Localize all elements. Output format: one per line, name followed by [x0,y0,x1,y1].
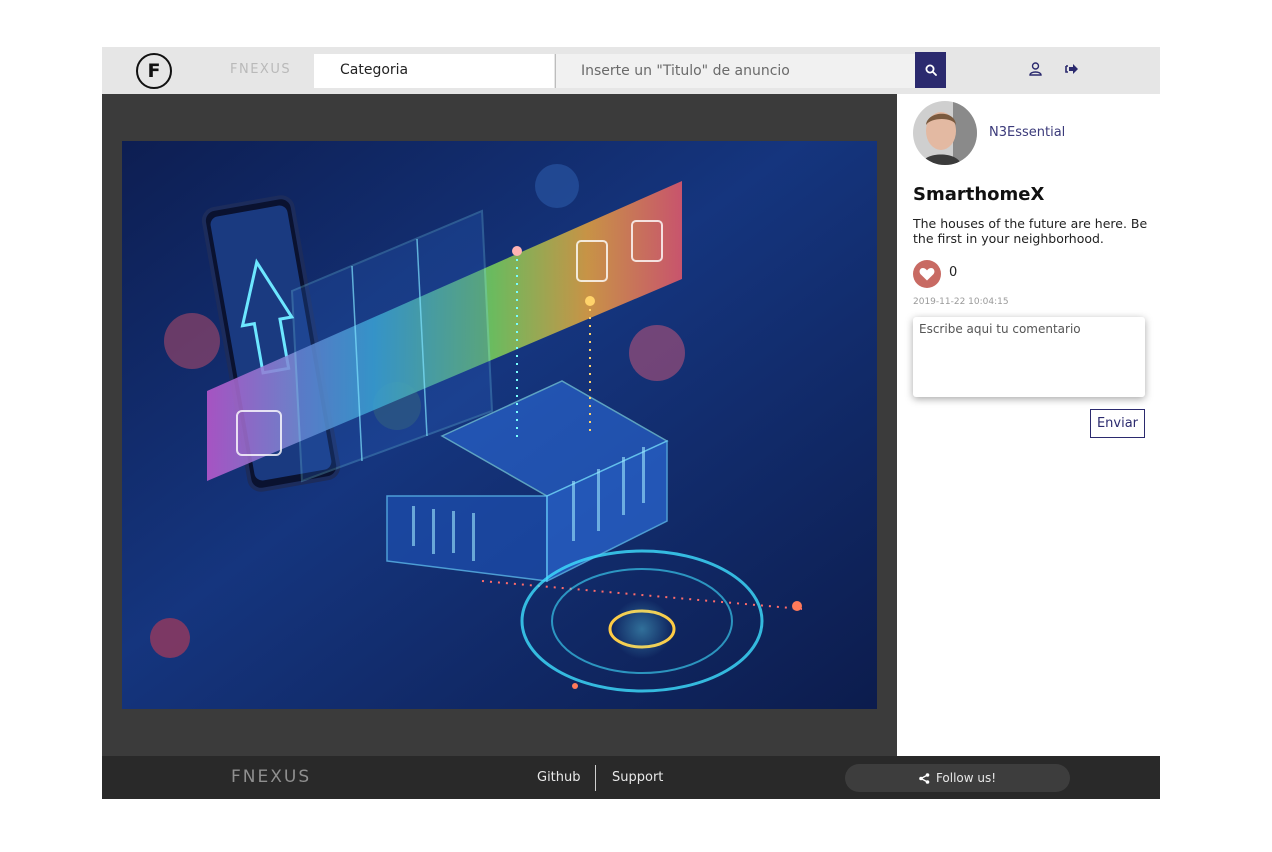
like-button[interactable] [913,260,941,288]
avatar[interactable] [913,101,977,165]
heart-icon [919,268,935,281]
follow-us-label: Follow us! [935,771,997,785]
share-icon [919,772,930,784]
author-name[interactable]: N3Essential [989,125,1065,140]
app: F FNEXUS Categoria Inserte un "Titulo" d… [102,47,1160,799]
logout-icon [1065,64,1078,74]
footer: FNEXUS Github Support Follow us! [102,756,1160,799]
github-link[interactable]: Github [537,770,581,785]
footer-divider [595,765,596,791]
post-image [122,141,877,709]
image-viewer [102,94,897,756]
logo-letter: F [147,60,161,82]
search-icon [925,64,937,76]
category-dropdown[interactable]: Categoria [314,54,554,88]
post-description: The houses of the future are here. Be th… [913,216,1148,246]
comment-input[interactable] [913,317,1145,397]
support-link[interactable]: Support [612,770,663,785]
top-navbar: F FNEXUS Categoria [102,47,1160,94]
user-icon [1028,62,1042,76]
like-count: 0 [949,265,958,280]
post-details-panel: N3Essential SmarthomeX The houses of the… [897,94,1160,756]
post-date: 2019-11-22 10:04:15 [913,297,1009,307]
search-input[interactable] [556,54,911,88]
post-title: SmarthomeX [913,184,1045,205]
send-comment-button[interactable]: Enviar [1090,409,1145,438]
author-photo [913,101,977,165]
logo[interactable]: F [136,53,172,89]
footer-brand: FNEXUS [231,767,312,787]
follow-us-button[interactable]: Follow us! [845,764,1070,792]
search-button[interactable] [915,52,946,88]
logout-button[interactable] [1062,59,1082,79]
smarthome-illustration [122,141,877,709]
brand-name[interactable]: FNEXUS [230,62,291,77]
category-label: Categoria [340,62,409,78]
search-box [555,54,916,88]
profile-button[interactable] [1025,59,1045,79]
